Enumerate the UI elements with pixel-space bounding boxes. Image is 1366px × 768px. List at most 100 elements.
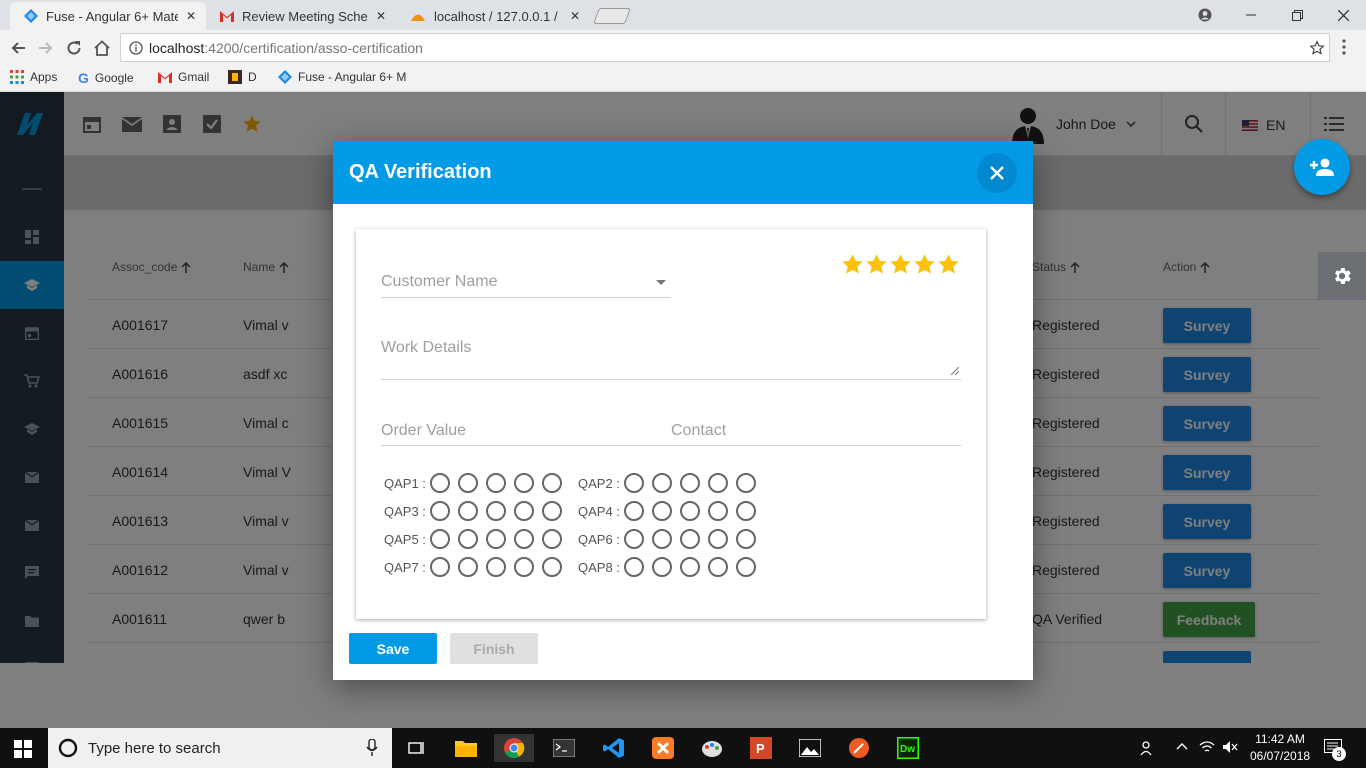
restore-window-icon[interactable] xyxy=(1274,0,1320,30)
windows-start-icon[interactable] xyxy=(14,740,32,758)
postman-icon[interactable] xyxy=(839,734,879,762)
people-icon[interactable] xyxy=(1140,740,1156,756)
bookmark-apps[interactable]: Apps xyxy=(10,70,57,84)
radio-button[interactable] xyxy=(624,529,644,549)
bookmark-fuse[interactable]: Fuse - Angular 6+ M xyxy=(278,70,406,84)
tab-close-icon[interactable]: ✕ xyxy=(186,9,196,23)
volume-muted-icon[interactable] xyxy=(1222,740,1238,754)
chrome-menu-icon[interactable] xyxy=(1342,39,1346,55)
radio-button[interactable] xyxy=(430,529,450,549)
radio-button[interactable] xyxy=(680,529,700,549)
radio-button[interactable] xyxy=(458,501,478,521)
radio-button[interactable] xyxy=(486,501,506,521)
dreamweaver-icon[interactable]: Dw xyxy=(888,734,928,762)
reload-icon[interactable] xyxy=(60,34,88,62)
radio-button[interactable] xyxy=(652,501,672,521)
add-user-button[interactable] xyxy=(1294,139,1350,195)
radio-button[interactable] xyxy=(430,557,450,577)
radio-button[interactable] xyxy=(542,557,562,577)
forward-icon[interactable] xyxy=(32,34,60,62)
radio-button[interactable] xyxy=(542,473,562,493)
home-icon[interactable] xyxy=(88,34,116,62)
radio-button[interactable] xyxy=(430,473,450,493)
radio-button[interactable] xyxy=(458,473,478,493)
radio-button[interactable] xyxy=(680,501,700,521)
radio-button[interactable] xyxy=(486,557,506,577)
radio-button[interactable] xyxy=(652,557,672,577)
radio-button[interactable] xyxy=(680,557,700,577)
radio-button[interactable] xyxy=(458,557,478,577)
star-rating[interactable] xyxy=(841,253,960,276)
radio-button[interactable] xyxy=(736,501,756,521)
radio-button[interactable] xyxy=(652,529,672,549)
bookmark-d[interactable]: D xyxy=(228,70,257,84)
radio-button[interactable] xyxy=(514,529,534,549)
radio-button[interactable] xyxy=(624,501,644,521)
star-icon[interactable] xyxy=(913,253,936,276)
powerpoint-icon[interactable]: P xyxy=(741,734,781,762)
bookmark-gmail[interactable]: Gmail xyxy=(158,70,209,84)
radio-button[interactable] xyxy=(708,557,728,577)
radio-button[interactable] xyxy=(624,557,644,577)
minimize-window-icon[interactable] xyxy=(1228,0,1274,30)
radio-button[interactable] xyxy=(708,473,728,493)
browser-tab-phpmyadmin[interactable]: localhost / 127.0.0.1 / bin ✕ xyxy=(396,2,590,30)
vscode-icon[interactable] xyxy=(594,734,634,762)
radio-button[interactable] xyxy=(624,473,644,493)
action-center-icon[interactable]: 3 xyxy=(1324,739,1346,761)
settings-gear-icon[interactable] xyxy=(1318,252,1366,300)
save-button[interactable]: Save xyxy=(349,633,437,664)
radio-button[interactable] xyxy=(486,473,506,493)
radio-button[interactable] xyxy=(708,529,728,549)
clock[interactable]: 11:42 AM 06/07/2018 xyxy=(1250,732,1310,763)
bookmark-google[interactable]: G Google xyxy=(78,70,134,86)
radio-button[interactable] xyxy=(680,473,700,493)
file-explorer-icon[interactable] xyxy=(446,734,486,762)
radio-button[interactable] xyxy=(652,473,672,493)
finish-button[interactable]: Finish xyxy=(450,633,538,664)
contact-input[interactable]: Contact xyxy=(671,422,961,446)
order-value-input[interactable]: Order Value xyxy=(381,422,671,446)
radio-button[interactable] xyxy=(542,501,562,521)
tab-close-icon[interactable]: ✕ xyxy=(376,9,386,23)
radio-button[interactable] xyxy=(514,473,534,493)
browser-tab-gmail[interactable]: Review Meeting Schedule ✕ xyxy=(206,2,396,30)
radio-button[interactable] xyxy=(514,557,534,577)
tray-chevron-up-icon[interactable] xyxy=(1176,742,1188,750)
close-window-icon[interactable] xyxy=(1320,0,1366,30)
new-tab-button[interactable] xyxy=(593,8,631,24)
info-icon[interactable] xyxy=(129,40,143,55)
star-icon[interactable] xyxy=(937,253,960,276)
address-bar[interactable]: localhost:4200/certification/asso-certif… xyxy=(120,33,1330,62)
radio-button[interactable] xyxy=(514,501,534,521)
task-view-icon[interactable] xyxy=(397,734,437,762)
radio-button[interactable] xyxy=(708,501,728,521)
terminal-icon[interactable] xyxy=(544,734,584,762)
radio-button[interactable] xyxy=(542,529,562,549)
back-icon[interactable] xyxy=(4,34,32,62)
xampp-icon[interactable] xyxy=(643,734,683,762)
radio-button[interactable] xyxy=(736,529,756,549)
customer-name-select[interactable]: Customer Name xyxy=(381,273,671,299)
star-icon[interactable] xyxy=(841,253,864,276)
star-icon[interactable] xyxy=(889,253,912,276)
work-details-textarea[interactable]: Work Details xyxy=(381,339,961,381)
close-icon[interactable] xyxy=(977,153,1017,193)
browser-tab-fuse[interactable]: Fuse - Angular 6+ Materi ✕ xyxy=(10,2,206,30)
radio-button[interactable] xyxy=(430,501,450,521)
star-icon[interactable] xyxy=(865,253,888,276)
taskbar-search-box[interactable]: Type here to search xyxy=(48,728,392,768)
microphone-icon[interactable] xyxy=(366,739,378,757)
profile-icon[interactable] xyxy=(1182,0,1228,30)
photos-icon[interactable] xyxy=(790,734,830,762)
paint-icon[interactable] xyxy=(692,734,732,762)
chrome-taskbar-icon[interactable] xyxy=(494,734,534,762)
bookmark-star-icon[interactable] xyxy=(1309,40,1325,56)
radio-button[interactable] xyxy=(736,557,756,577)
tab-close-icon[interactable]: ✕ xyxy=(570,9,580,23)
wifi-icon[interactable] xyxy=(1199,740,1215,754)
radio-button[interactable] xyxy=(458,529,478,549)
radio-button[interactable] xyxy=(486,529,506,549)
radio-button[interactable] xyxy=(736,473,756,493)
resize-handle-icon[interactable] xyxy=(951,367,959,375)
